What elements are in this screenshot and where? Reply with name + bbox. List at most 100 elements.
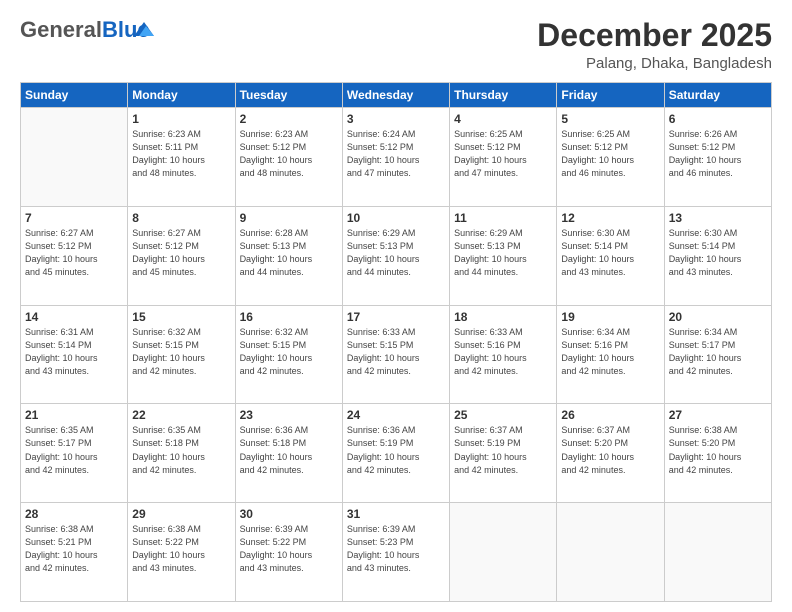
table-row (557, 503, 664, 602)
table-row: 28 Sunrise: 6:38 AM Sunset: 5:21 PM Dayli… (21, 503, 128, 602)
table-row: 16 Sunrise: 6:32 AM Sunset: 5:15 PM Dayli… (235, 305, 342, 404)
col-friday: Friday (557, 83, 664, 108)
logo: GeneralBlue (20, 18, 150, 42)
day-number: 14 (25, 310, 123, 324)
calendar-header-row: Sunday Monday Tuesday Wednesday Thursday… (21, 83, 772, 108)
day-info: Sunrise: 6:27 AM Sunset: 5:12 PM Dayligh… (132, 227, 230, 279)
col-wednesday: Wednesday (342, 83, 449, 108)
day-number: 4 (454, 112, 552, 126)
header: GeneralBlue December 2025 Palang, Dhaka,… (20, 18, 772, 72)
day-number: 8 (132, 211, 230, 225)
table-row: 21Sunrise: 6:35 AM Sunset: 5:17 PM Dayli… (21, 404, 128, 503)
location-title: Palang, Dhaka, Bangladesh (537, 55, 772, 72)
calendar-week-row: 14Sunrise: 6:31 AM Sunset: 5:14 PM Dayli… (21, 305, 772, 404)
table-row (664, 503, 771, 602)
col-sunday: Sunday (21, 83, 128, 108)
day-info: Sunrise: 6:30 AM Sunset: 5:14 PM Dayligh… (669, 227, 767, 279)
table-row: 9 Sunrise: 6:28 AM Sunset: 5:13 PM Daylig… (235, 206, 342, 305)
day-number: 15 (132, 310, 230, 324)
table-row: 22Sunrise: 6:35 AM Sunset: 5:18 PM Dayli… (128, 404, 235, 503)
table-row: 1 Sunrise: 6:23 AM Sunset: 5:11 PM Daylig… (128, 108, 235, 207)
logo-general: General (20, 17, 102, 42)
table-row: 3Sunrise: 6:24 AM Sunset: 5:12 PM Daylig… (342, 108, 449, 207)
table-row: 11 Sunrise: 6:29 AM Sunset: 5:13 PM Dayli… (450, 206, 557, 305)
table-row: 14Sunrise: 6:31 AM Sunset: 5:14 PM Dayli… (21, 305, 128, 404)
day-number: 26 (561, 408, 659, 422)
day-info: Sunrise: 6:39 AM Sunset: 5:23 PM Dayligh… (347, 523, 445, 575)
day-number: 18 (454, 310, 552, 324)
table-row: 29Sunrise: 6:38 AM Sunset: 5:22 PM Dayli… (128, 503, 235, 602)
day-info: Sunrise: 6:25 AM Sunset: 5:12 PM Dayligh… (454, 128, 552, 180)
col-saturday: Saturday (664, 83, 771, 108)
logo-icon (134, 22, 154, 36)
day-number: 5 (561, 112, 659, 126)
day-info: Sunrise: 6:28 AM Sunset: 5:13 PM Dayligh… (240, 227, 338, 279)
col-monday: Monday (128, 83, 235, 108)
calendar-week-row: 1 Sunrise: 6:23 AM Sunset: 5:11 PM Daylig… (21, 108, 772, 207)
col-thursday: Thursday (450, 83, 557, 108)
day-info: Sunrise: 6:34 AM Sunset: 5:16 PM Dayligh… (561, 326, 659, 378)
day-number: 6 (669, 112, 767, 126)
day-number: 21 (25, 408, 123, 422)
day-info: Sunrise: 6:25 AM Sunset: 5:12 PM Dayligh… (561, 128, 659, 180)
day-number: 11 (454, 211, 552, 225)
day-info: Sunrise: 6:38 AM Sunset: 5:20 PM Dayligh… (669, 424, 767, 476)
day-info: Sunrise: 6:38 AM Sunset: 5:21 PM Dayligh… (25, 523, 123, 575)
table-row: 4 Sunrise: 6:25 AM Sunset: 5:12 PM Daylig… (450, 108, 557, 207)
day-info: Sunrise: 6:32 AM Sunset: 5:15 PM Dayligh… (132, 326, 230, 378)
table-row: 7 Sunrise: 6:27 AM Sunset: 5:12 PM Daylig… (21, 206, 128, 305)
logo-text: GeneralBlue (20, 18, 150, 42)
day-number: 13 (669, 211, 767, 225)
day-number: 2 (240, 112, 338, 126)
table-row: 31 Sunrise: 6:39 AM Sunset: 5:23 PM Dayli… (342, 503, 449, 602)
day-number: 25 (454, 408, 552, 422)
table-row (21, 108, 128, 207)
day-info: Sunrise: 6:39 AM Sunset: 5:22 PM Dayligh… (240, 523, 338, 575)
day-number: 12 (561, 211, 659, 225)
table-row: 6Sunrise: 6:26 AM Sunset: 5:12 PM Daylig… (664, 108, 771, 207)
day-info: Sunrise: 6:37 AM Sunset: 5:20 PM Dayligh… (561, 424, 659, 476)
day-number: 1 (132, 112, 230, 126)
day-number: 9 (240, 211, 338, 225)
day-info: Sunrise: 6:37 AM Sunset: 5:19 PM Dayligh… (454, 424, 552, 476)
table-row: 19 Sunrise: 6:34 AM Sunset: 5:16 PM Dayli… (557, 305, 664, 404)
table-row (450, 503, 557, 602)
day-info: Sunrise: 6:35 AM Sunset: 5:18 PM Dayligh… (132, 424, 230, 476)
table-row: 18 Sunrise: 6:33 AM Sunset: 5:16 PM Dayli… (450, 305, 557, 404)
month-title: December 2025 (537, 18, 772, 53)
table-row: 25 Sunrise: 6:37 AM Sunset: 5:19 PM Dayli… (450, 404, 557, 503)
day-info: Sunrise: 6:24 AM Sunset: 5:12 PM Dayligh… (347, 128, 445, 180)
day-info: Sunrise: 6:30 AM Sunset: 5:14 PM Dayligh… (561, 227, 659, 279)
table-row: 17Sunrise: 6:33 AM Sunset: 5:15 PM Dayli… (342, 305, 449, 404)
day-number: 7 (25, 211, 123, 225)
day-info: Sunrise: 6:23 AM Sunset: 5:12 PM Dayligh… (240, 128, 338, 180)
day-info: Sunrise: 6:27 AM Sunset: 5:12 PM Dayligh… (25, 227, 123, 279)
table-row: 24Sunrise: 6:36 AM Sunset: 5:19 PM Dayli… (342, 404, 449, 503)
title-block: December 2025 Palang, Dhaka, Bangladesh (537, 18, 772, 72)
table-row: 12 Sunrise: 6:30 AM Sunset: 5:14 PM Dayli… (557, 206, 664, 305)
table-row: 30 Sunrise: 6:39 AM Sunset: 5:22 PM Dayli… (235, 503, 342, 602)
table-row: 5 Sunrise: 6:25 AM Sunset: 5:12 PM Daylig… (557, 108, 664, 207)
page: GeneralBlue December 2025 Palang, Dhaka,… (0, 0, 792, 612)
day-number: 16 (240, 310, 338, 324)
day-info: Sunrise: 6:32 AM Sunset: 5:15 PM Dayligh… (240, 326, 338, 378)
day-number: 28 (25, 507, 123, 521)
day-info: Sunrise: 6:23 AM Sunset: 5:11 PM Dayligh… (132, 128, 230, 180)
day-number: 17 (347, 310, 445, 324)
day-number: 19 (561, 310, 659, 324)
day-number: 30 (240, 507, 338, 521)
day-info: Sunrise: 6:33 AM Sunset: 5:16 PM Dayligh… (454, 326, 552, 378)
table-row: 27Sunrise: 6:38 AM Sunset: 5:20 PM Dayli… (664, 404, 771, 503)
col-tuesday: Tuesday (235, 83, 342, 108)
day-number: 31 (347, 507, 445, 521)
day-info: Sunrise: 6:29 AM Sunset: 5:13 PM Dayligh… (454, 227, 552, 279)
day-number: 24 (347, 408, 445, 422)
day-number: 23 (240, 408, 338, 422)
table-row: 20Sunrise: 6:34 AM Sunset: 5:17 PM Dayli… (664, 305, 771, 404)
day-info: Sunrise: 6:29 AM Sunset: 5:13 PM Dayligh… (347, 227, 445, 279)
table-row: 2 Sunrise: 6:23 AM Sunset: 5:12 PM Daylig… (235, 108, 342, 207)
calendar-table: Sunday Monday Tuesday Wednesday Thursday… (20, 82, 772, 602)
calendar-week-row: 28 Sunrise: 6:38 AM Sunset: 5:21 PM Dayli… (21, 503, 772, 602)
day-number: 20 (669, 310, 767, 324)
day-number: 10 (347, 211, 445, 225)
